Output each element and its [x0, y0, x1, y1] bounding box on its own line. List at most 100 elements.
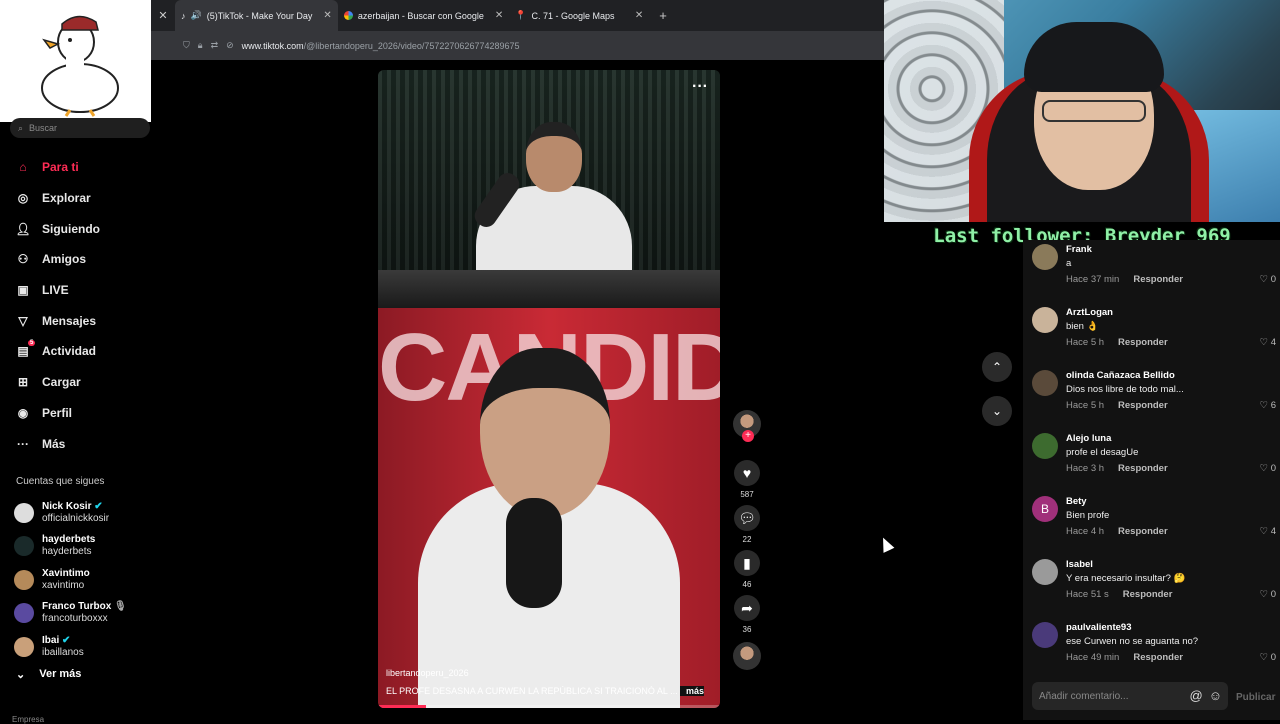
reply-button[interactable]: Responder	[1118, 463, 1168, 474]
verified-icon: ✔	[62, 634, 71, 646]
following-item[interactable]: hayderbets hayderbets	[14, 530, 127, 564]
tab-tiktok[interactable]: ♪ 🔊 (5)TikTok - Make Your Day ✕	[175, 0, 338, 31]
home-icon: ⌂	[19, 160, 27, 175]
share-action[interactable]: ➦ 36	[730, 595, 764, 634]
speaker-icon[interactable]: 🔊	[191, 10, 202, 21]
comment-author[interactable]: Frank	[1066, 244, 1092, 255]
comment-like-button[interactable]: ♡ 4	[1260, 337, 1276, 348]
shield-icon[interactable]: ⛉	[183, 40, 190, 51]
following-item[interactable]: Xavintimo xavintimo	[14, 563, 127, 597]
comment-author[interactable]: Alejo luna	[1066, 433, 1111, 444]
comment-time: Hace 5 h	[1066, 337, 1105, 348]
comment-author[interactable]: paulvaliente93	[1066, 622, 1131, 633]
close-icon[interactable]: ✕	[151, 9, 175, 22]
nav-explorar[interactable]: ◎ Explorar	[14, 183, 100, 214]
caption-more-button[interactable]: más	[679, 686, 704, 696]
following-item[interactable]: Ibai ✔ ibaillanos	[14, 630, 127, 664]
camera-off-icon[interactable]: ⊘	[226, 40, 234, 51]
comment-like-button[interactable]: ♡ 6	[1260, 400, 1276, 411]
reply-button[interactable]: Responder	[1133, 274, 1183, 285]
avatar[interactable]: B	[1032, 496, 1058, 522]
sound-avatar[interactable]	[733, 642, 761, 670]
comment-action[interactable]: 💬︎ 22	[730, 505, 764, 544]
nav-mensajes[interactable]: ▽ Mensajes	[14, 305, 100, 336]
comment-like-button[interactable]: ♡ 4	[1260, 526, 1276, 537]
comment-author[interactable]: Isabel	[1066, 559, 1093, 570]
reply-button[interactable]: Responder	[1118, 400, 1168, 411]
nav-perfil[interactable]: ◉ Perfil	[14, 398, 100, 429]
following-item[interactable]: Franco Turbox 🎙︎ francoturboxxx	[14, 597, 127, 631]
new-tab-icon[interactable]: +	[659, 8, 667, 23]
comment-like-button[interactable]: ♡ 0	[1260, 589, 1276, 600]
close-icon[interactable]: ✕	[495, 10, 503, 21]
save-action[interactable]: ▮ 46	[730, 550, 764, 589]
search-icon: ⌕	[18, 122, 24, 133]
more-options-icon[interactable]: ···	[692, 78, 708, 96]
comment-text: Bien profe	[1066, 510, 1110, 521]
nav-mas[interactable]: ··· Más	[14, 428, 100, 459]
avatar	[14, 502, 34, 523]
nav-cargar[interactable]: ⊞ Cargar	[14, 367, 100, 398]
comment-like-button[interactable]: ♡ 0	[1260, 463, 1276, 474]
tab-label: C. 71 - Google Maps	[531, 10, 615, 21]
follow-plus-icon[interactable]: +	[742, 430, 754, 442]
nav-siguiendo[interactable]: 👤︎ Siguiendo	[14, 213, 100, 244]
video-progress-bar[interactable]	[378, 705, 720, 708]
comment-like-button[interactable]: ♡ 0	[1260, 652, 1276, 663]
avatar[interactable]	[1032, 244, 1058, 270]
like-action[interactable]: ♥ 587	[730, 460, 764, 499]
publish-button[interactable]: Publicar	[1236, 692, 1275, 703]
share-icon[interactable]: ➦	[734, 595, 760, 621]
comment-input[interactable]: Añadir comentario... @ ☺	[1032, 682, 1228, 710]
search-input[interactable]: ⌕ Buscar	[10, 118, 150, 138]
heart-icon[interactable]: ♥	[734, 460, 760, 486]
comment-author[interactable]: olinda Cañazaca Bellido	[1066, 370, 1175, 381]
reply-button[interactable]: Responder	[1118, 337, 1168, 348]
following-list: Nick Kosir ✔ officialnickkosir hayderbets…	[14, 496, 127, 664]
nav-live[interactable]: ▣ LIVE	[14, 275, 100, 306]
bookmark-icon[interactable]: ▮	[734, 550, 760, 576]
tab-google[interactable]: azerbaijan - Buscar con Google ✕	[338, 0, 509, 31]
close-icon[interactable]: ✕	[635, 10, 643, 21]
creator-avatar[interactable]: +	[733, 410, 761, 442]
emoji-icon[interactable]: ☺	[1209, 688, 1222, 703]
comment-like-button[interactable]: ♡ 0	[1260, 274, 1276, 285]
reply-button[interactable]: Responder	[1123, 589, 1173, 600]
video-player[interactable]: CANDIDA ··· libertandoperu_2026 EL PROFE…	[378, 70, 720, 708]
tab-label: (5)TikTok - Make Your Day	[206, 10, 313, 21]
avatar[interactable]	[1032, 433, 1058, 459]
mention-icon[interactable]: @	[1190, 688, 1203, 703]
comment-text: bien 👌	[1066, 321, 1099, 332]
comment-icon[interactable]: 💬︎	[734, 505, 760, 531]
duck-logo	[0, 0, 151, 122]
comment-author[interactable]: Bety	[1066, 496, 1087, 507]
following-item[interactable]: Nick Kosir ✔ officialnickkosir	[14, 496, 127, 530]
close-icon[interactable]: ✕	[323, 10, 331, 21]
address-bar[interactable]: ⛉ 🔒︎ ⇄ ⊘ www.tiktok.com/@libertandoperu_…	[151, 31, 884, 60]
avatar[interactable]	[1032, 370, 1058, 396]
url-path: /@libertandoperu_2026/video/757227062677…	[303, 40, 520, 51]
avatar[interactable]	[1032, 622, 1058, 648]
chevron-down-icon[interactable]: ⌄	[982, 396, 1012, 426]
upload-icon: ⊞	[17, 375, 29, 390]
avatar	[14, 536, 34, 557]
nav-actividad[interactable]: ▤ 5 Actividad	[14, 336, 100, 367]
reply-button[interactable]: Responder	[1118, 526, 1168, 537]
video-username[interactable]: libertandoperu_2026	[386, 668, 469, 678]
see-more-button[interactable]: ⌄ Ver más	[16, 668, 81, 681]
comment-time: Hace 51 s	[1066, 589, 1109, 600]
reply-button[interactable]: Responder	[1133, 652, 1183, 663]
comment-author[interactable]: ArztLogan	[1066, 307, 1113, 318]
maps-icon: 📍	[515, 10, 527, 20]
google-icon	[343, 11, 353, 20]
avatar[interactable]	[1032, 307, 1058, 333]
lock-icon[interactable]: 🔒︎	[198, 40, 203, 51]
avatar[interactable]	[1032, 559, 1058, 585]
heart-outline-icon: ♡	[1259, 526, 1269, 537]
tab-maps[interactable]: 📍 C. 71 - Google Maps ✕	[509, 0, 649, 31]
nav-amigos[interactable]: ⚇ Amigos	[14, 244, 100, 275]
permissions-icon[interactable]: ⇄	[211, 40, 219, 51]
chevron-up-icon[interactable]: ⌃	[982, 352, 1012, 382]
following-section-title: Cuentas que sigues	[16, 476, 105, 487]
nav-para-ti[interactable]: ⌂ Para ti	[14, 152, 100, 183]
